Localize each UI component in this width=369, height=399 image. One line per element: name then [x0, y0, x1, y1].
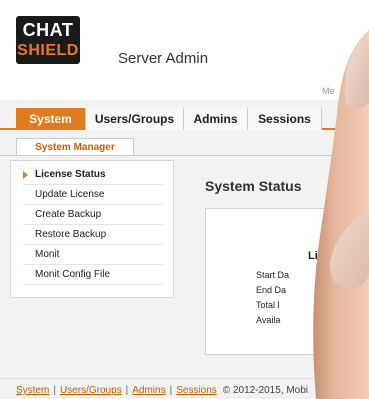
sidebar: License Status Update License Create Bac… — [10, 160, 174, 298]
footer-copyright: © 2012-2015, Mobi — [222, 385, 308, 396]
footer-link-admins[interactable]: Admins — [132, 385, 165, 396]
sidebar-item-monit[interactable]: Monit — [23, 245, 163, 265]
footer-link-system[interactable]: System — [16, 385, 49, 396]
footer-link-users-groups[interactable]: Users/Groups — [60, 385, 122, 396]
subnav-divider — [0, 155, 369, 156]
footer-link-sessions[interactable]: Sessions — [176, 385, 217, 396]
arrow-right-icon — [23, 171, 28, 179]
sidebar-item-license-status[interactable]: License Status — [23, 165, 163, 185]
sidebar-item-monit-config-file[interactable]: Monit Config File — [23, 265, 163, 285]
license-status-box — [205, 208, 369, 355]
footer: System | Users/Groups | Admins | Sessions © 201… — [16, 385, 308, 396]
sidebar-item-label: Monit — [35, 249, 60, 260]
logo-line-1: CHAT — [22, 20, 74, 40]
sidebar-item-label: Restore Backup — [35, 229, 107, 240]
status-row-total: Total l — [256, 300, 280, 310]
tab-sessions[interactable]: Sessions — [248, 108, 322, 130]
tab-users-groups[interactable]: Users/Groups — [86, 108, 184, 130]
logo-line-2: SHIELD — [17, 42, 79, 59]
status-row-start-date: Start Da — [256, 270, 290, 280]
sidebar-item-create-backup[interactable]: Create Backup — [23, 205, 163, 225]
footer-divider — [0, 378, 369, 379]
main-nav: System Users/Groups Admins Sessions — [0, 108, 369, 130]
tab-system[interactable]: System — [16, 108, 86, 130]
subtab-system-manager[interactable]: System Manager — [16, 138, 134, 156]
status-row-available: Availa — [256, 315, 281, 325]
header-faded-text: Me — [322, 86, 335, 96]
license-heading: Lice — [308, 250, 331, 262]
sidebar-item-label: License Status — [35, 169, 106, 180]
tab-admins[interactable]: Admins — [184, 108, 248, 130]
page-title: System Status — [205, 178, 302, 194]
app-title: Server Admin — [118, 50, 209, 67]
sidebar-item-label: Create Backup — [35, 209, 102, 220]
sidebar-item-label: Monit Config File — [35, 269, 111, 280]
sidebar-item-update-license[interactable]: Update License — [23, 185, 163, 205]
status-row-end-date: End Da — [256, 285, 287, 295]
sidebar-item-restore-backup[interactable]: Restore Backup — [23, 225, 163, 245]
header: CHAT SHIELD Server Admin Me — [0, 0, 369, 100]
chatshield-logo: CHAT SHIELD — [16, 16, 80, 64]
sidebar-item-label: Update License — [35, 189, 105, 200]
